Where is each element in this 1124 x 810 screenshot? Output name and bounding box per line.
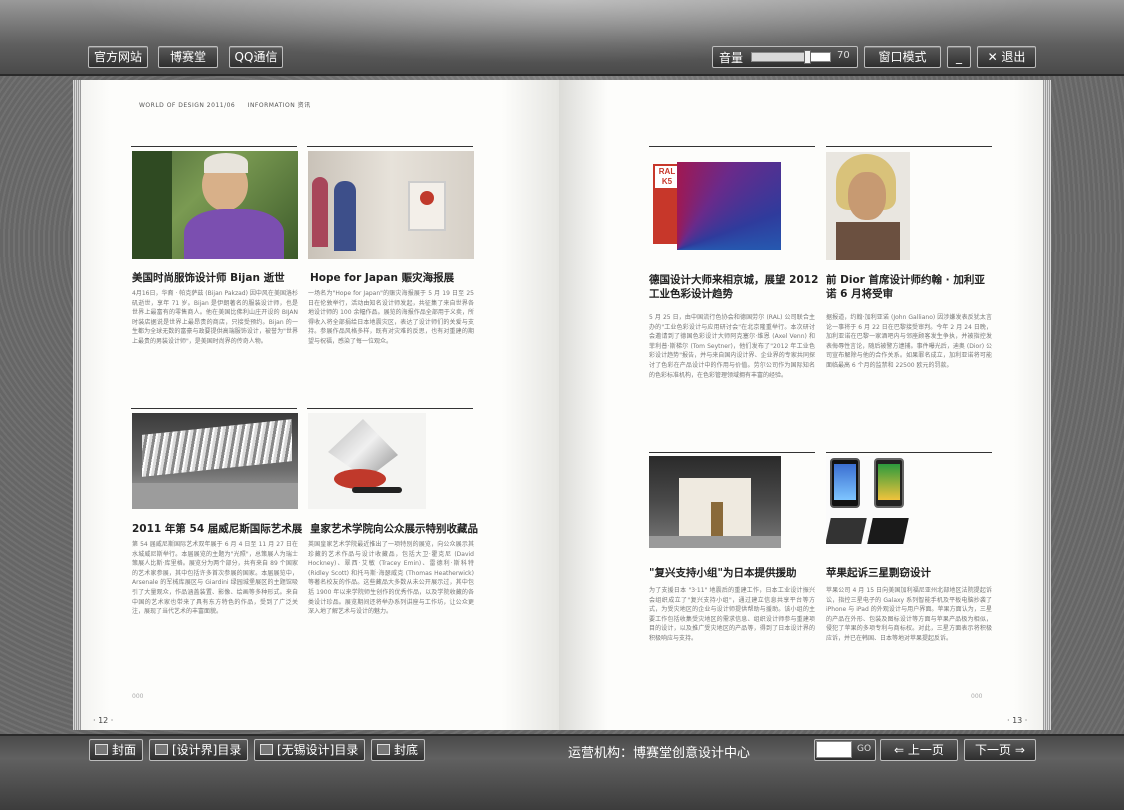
page-number-left: · 12 · bbox=[93, 716, 114, 725]
rule bbox=[826, 452, 992, 453]
article-body: 英国皇家艺术学院最近推出了一项特别的展览，向公众展示其珍藏的艺术作品与设计收藏品… bbox=[308, 541, 474, 616]
arrow-right-icon: ⇒ bbox=[1011, 743, 1025, 757]
minimize-button[interactable]: _ bbox=[947, 46, 971, 68]
article-title: 美国时尚服饰设计师 Bijan 逝世 bbox=[132, 272, 285, 284]
rca-collection-photo bbox=[308, 413, 426, 509]
rule bbox=[826, 146, 992, 147]
article-title: 皇家艺术学院向公众展示特别收藏品 bbox=[310, 523, 478, 535]
article-body: 4月16日，华裔 · 帕克萨兹 (Bijan Pakzad) 因中风在美国洛杉矶… bbox=[132, 290, 298, 345]
page-number-right: · 13 · bbox=[1007, 716, 1028, 725]
rule bbox=[131, 146, 297, 147]
article-title: Hope for Japan 赈灾海报展 bbox=[310, 272, 455, 284]
volume-fill bbox=[752, 53, 807, 61]
rule bbox=[649, 146, 815, 147]
page-icon bbox=[377, 744, 390, 755]
venice-biennale-photo bbox=[132, 413, 298, 509]
back-cover-label: 封底 bbox=[394, 743, 419, 757]
article-title: "复兴支持小组"为日本提供援助 bbox=[649, 567, 797, 579]
article-title: 德国设计大师来相京城，展望 2012 工业色彩设计趋势 bbox=[649, 274, 819, 300]
article-title: 前 Dior 首席设计师约翰 · 加利亚诺 6 月将受审 bbox=[826, 274, 985, 300]
header-section: INFORMATION 资讯 bbox=[247, 102, 311, 109]
article-body: 苹果公司 4 月 15 日向美国加利福尼亚州北部地区法院提起诉讼，指控三星电子的… bbox=[826, 587, 992, 642]
volume-knob[interactable] bbox=[803, 50, 811, 64]
folio: 000 bbox=[132, 693, 144, 700]
page-header: WORLD OF DESIGN 2011/06 INFORMATION 资讯 bbox=[139, 100, 321, 109]
rule bbox=[649, 452, 815, 453]
operator-text: 运营机构：博赛堂创意设计中心 bbox=[568, 746, 751, 761]
next-page-button[interactable]: 下一页 ⇒ bbox=[964, 739, 1036, 761]
page-stack-left bbox=[73, 80, 81, 730]
hope-for-japan-photo bbox=[308, 151, 474, 259]
volume-value: 70 bbox=[837, 50, 850, 61]
rule bbox=[307, 408, 473, 409]
toc-wuxi-design-button[interactable]: [无锡设计]目录 bbox=[254, 739, 366, 761]
volume-label: 音量 bbox=[719, 51, 744, 65]
cover-button[interactable]: 封面 bbox=[89, 739, 144, 761]
toc-icon bbox=[260, 744, 273, 755]
exit-button[interactable]: ✕ 退出 bbox=[977, 46, 1036, 68]
page-icon bbox=[95, 744, 108, 755]
official-site-button[interactable]: 官方网站 bbox=[88, 46, 148, 68]
exhibition-booth-photo bbox=[649, 456, 781, 548]
toc-design-world-button[interactable]: [设计界]目录 bbox=[149, 739, 249, 761]
right-page[interactable]: RAL K5 德国设计大师来相京城，展望 2012 工业色彩设计趋势 前 Dio… bbox=[559, 80, 1043, 730]
volume-slider[interactable] bbox=[751, 50, 831, 64]
toc-design-world-label: [设计界]目录 bbox=[172, 743, 242, 757]
galliano-photo bbox=[826, 152, 910, 260]
arrow-left-icon: ⇐ bbox=[894, 743, 908, 757]
ral-k5-label: RAL K5 bbox=[658, 167, 676, 186]
back-cover-button[interactable]: 封底 bbox=[371, 739, 426, 761]
ral-k5-fan-photo: RAL K5 bbox=[649, 152, 783, 260]
article-body: 为了支援日本 "3·11" 地震后的重建工作，日本工业设计振兴会组织成立了"复兴… bbox=[649, 587, 815, 642]
rule bbox=[307, 146, 473, 147]
bosaitang-button[interactable]: 博赛堂 bbox=[158, 46, 218, 68]
toc-wuxi-design-label: [无锡设计]目录 bbox=[277, 743, 359, 757]
cover-label: 封面 bbox=[112, 743, 137, 757]
article-title: 2011 年第 54 届威尼斯国际艺术展 bbox=[132, 523, 303, 535]
bijan-photo bbox=[132, 151, 298, 259]
rule bbox=[131, 408, 297, 409]
qq-button[interactable]: QQ通信 bbox=[229, 46, 283, 68]
go-label: GO bbox=[857, 744, 872, 754]
article-body: 一场名为"Hope for Japan"的赈灾海报展于 5 月 19 日至 25… bbox=[308, 290, 474, 345]
header-magazine: WORLD OF DESIGN 2011/06 bbox=[139, 102, 236, 109]
prev-page-button[interactable]: ⇐ 上一页 bbox=[880, 739, 958, 761]
page-number-input[interactable] bbox=[816, 741, 852, 758]
window-mode-button[interactable]: 窗口模式 bbox=[864, 46, 941, 68]
left-page[interactable]: WORLD OF DESIGN 2011/06 INFORMATION 资讯 美… bbox=[81, 80, 559, 730]
next-label: 下一页 bbox=[975, 743, 1012, 757]
volume-control: 音量 70 bbox=[712, 46, 858, 68]
folio: 000 bbox=[971, 693, 983, 700]
article-body: 5 月 25 日，由中国流行色协会和德国劳尔 (RAL) 公司联合主办的"工业色… bbox=[649, 314, 815, 379]
page-stack-right bbox=[1043, 80, 1051, 730]
prev-label: 上一页 bbox=[907, 743, 944, 757]
article-body: 第 54 届威尼斯国际艺术双年展于 6 月 4 日至 11 月 27 日在水城威… bbox=[132, 541, 298, 616]
toc-icon bbox=[155, 744, 168, 755]
article-body: 据报道，约翰·加利亚诺 (John Galliano) 因涉嫌发表反犹太言论一事… bbox=[826, 314, 992, 369]
iphone-galaxy-photo bbox=[826, 456, 910, 548]
article-title: 苹果起诉三星剽窃设计 bbox=[826, 567, 931, 579]
magazine-book: WORLD OF DESIGN 2011/06 INFORMATION 资讯 美… bbox=[73, 80, 1051, 730]
